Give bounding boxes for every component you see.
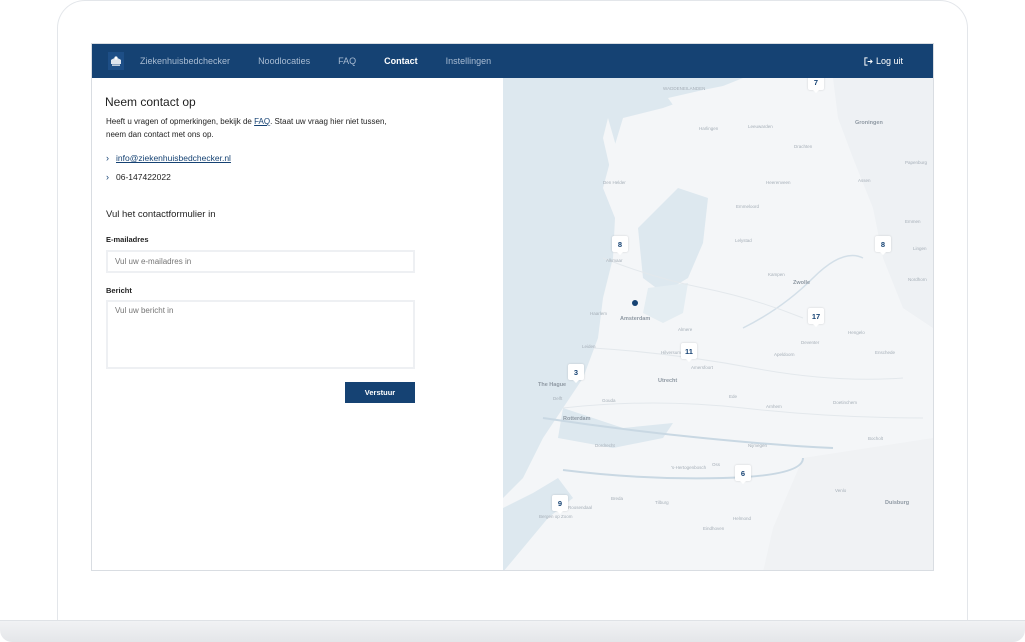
map-label: Bergen op Zoom: [539, 514, 573, 519]
map-label: WADDENEILANDEN: [663, 86, 706, 91]
map-label: Harlingen: [699, 126, 719, 131]
map-label: Arnhem: [766, 404, 782, 409]
page-title: Neem contact op: [105, 95, 196, 109]
map-label: Utrecht: [658, 378, 678, 384]
submit-button[interactable]: Verstuur: [345, 382, 415, 403]
map-marker-7[interactable]: 7: [808, 78, 824, 93]
map-label: Lelystad: [735, 238, 752, 243]
laptop-base: [0, 620, 1025, 642]
map-label: Tilburg: [655, 500, 669, 505]
map-marker-3[interactable]: 3: [568, 364, 584, 383]
map-label: Emmen: [905, 219, 921, 224]
logout-button[interactable]: Log uit: [864, 44, 903, 78]
message-label: Bericht: [106, 286, 132, 295]
map-marker-6[interactable]: 6: [735, 465, 751, 484]
map-label: Delft: [553, 396, 563, 401]
map-marker-8[interactable]: 8: [612, 236, 628, 255]
intro-text-start: Heeft u vragen of opmerkingen, bekijk de: [106, 117, 255, 126]
email-input[interactable]: [106, 250, 415, 273]
government-logo-icon: [106, 50, 126, 72]
map-label: Amsterdam: [620, 316, 651, 322]
map-label: Breda: [611, 496, 624, 501]
map-label: Venlo: [835, 488, 847, 493]
top-navbar: Ziekenhuisbedchecker Noodlocaties FAQ Co…: [92, 44, 933, 78]
map-marker-9[interactable]: 9: [552, 495, 568, 514]
email-label: E-mailadres: [106, 235, 149, 244]
map-label: Kampen: [768, 272, 785, 277]
map-label: Oss: [712, 462, 721, 467]
map-label: Heerenveen: [766, 180, 791, 185]
map-label: The Hague: [538, 382, 567, 388]
map-view[interactable]: WADDENEILANDEN Groningen Leeuwarden Asse…: [503, 78, 933, 570]
map-label: Duisburg: [885, 500, 910, 506]
map-label: Apeldoorn: [774, 352, 795, 357]
map-label: Lingen: [913, 246, 927, 251]
nav-item-instellingen[interactable]: Instellingen: [446, 56, 492, 66]
map-label: Leiden: [582, 344, 596, 349]
map-label: Eindhoven: [703, 526, 725, 531]
form-title: Vul het contactformulier in: [106, 209, 216, 220]
logout-label: Log uit: [875, 56, 903, 66]
nav-item-faq[interactable]: FAQ: [338, 56, 356, 66]
map-label: Enschede: [875, 350, 896, 355]
map-label: Gouda: [602, 398, 616, 403]
app-window: Ziekenhuisbedchecker Noodlocaties FAQ Co…: [91, 43, 934, 571]
map-label: Emmeloord: [736, 204, 760, 209]
chevron-right-icon: ›: [106, 153, 109, 163]
map-label: Leeuwarden: [748, 124, 773, 129]
map-label: Nijmegen: [748, 443, 768, 448]
faq-link[interactable]: FAQ: [254, 117, 270, 126]
map-label: Almere: [678, 327, 693, 332]
map-label: Den Helder: [603, 180, 626, 185]
email-contact-row: › info@ziekenhuisbedchecker.nl: [106, 153, 231, 163]
map-marker-11[interactable]: 11: [681, 343, 697, 362]
map-label: Papenburg: [905, 160, 928, 165]
map-label: Ede: [729, 394, 738, 399]
nav-brand-link[interactable]: Ziekenhuisbedchecker: [140, 56, 230, 66]
map-label: Bocholt: [868, 436, 884, 441]
email-link[interactable]: info@ziekenhuisbedchecker.nl: [116, 153, 231, 163]
map-label: Alkmaar: [606, 258, 623, 263]
nav-item-contact[interactable]: Contact: [384, 56, 418, 66]
map-label: Assen: [858, 178, 871, 183]
map-label: Doetinchem: [833, 400, 858, 405]
nav-item-noodlocaties[interactable]: Noodlocaties: [258, 56, 310, 66]
map-label: Drachten: [794, 144, 813, 149]
logout-icon: [864, 56, 873, 66]
intro-text: Heeft u vragen of opmerkingen, bekijk de…: [106, 115, 406, 141]
map-label: Roosendaal: [568, 505, 593, 510]
map-label: Groningen: [855, 120, 883, 126]
map-marker-17[interactable]: 17: [808, 308, 824, 327]
map-label: Nordhorn: [908, 277, 927, 282]
map-label: Amersfoort: [691, 365, 714, 370]
map-label: 's-Hertogenbosch: [671, 465, 707, 470]
map-label: Deventer: [801, 340, 820, 345]
map-label: Dordrecht: [595, 443, 615, 448]
contact-panel: Neem contact op Heeft u vragen of opmerk…: [92, 78, 503, 570]
map-label: Hengelo: [848, 330, 865, 335]
current-location-dot: [632, 300, 638, 306]
chevron-right-icon: ›: [106, 172, 109, 182]
map-marker-8[interactable]: 8: [875, 236, 891, 255]
map-label: Rotterdam: [563, 416, 591, 422]
phone-contact-row: › 06-147422022: [106, 172, 171, 182]
message-textarea[interactable]: [106, 300, 415, 369]
map-label: Zwolle: [793, 280, 811, 286]
phone-number: 06-147422022: [116, 172, 171, 182]
map-label: Hilversum: [661, 350, 682, 355]
map-label: Haarlem: [590, 311, 608, 316]
map-label: Helmond: [733, 516, 752, 521]
